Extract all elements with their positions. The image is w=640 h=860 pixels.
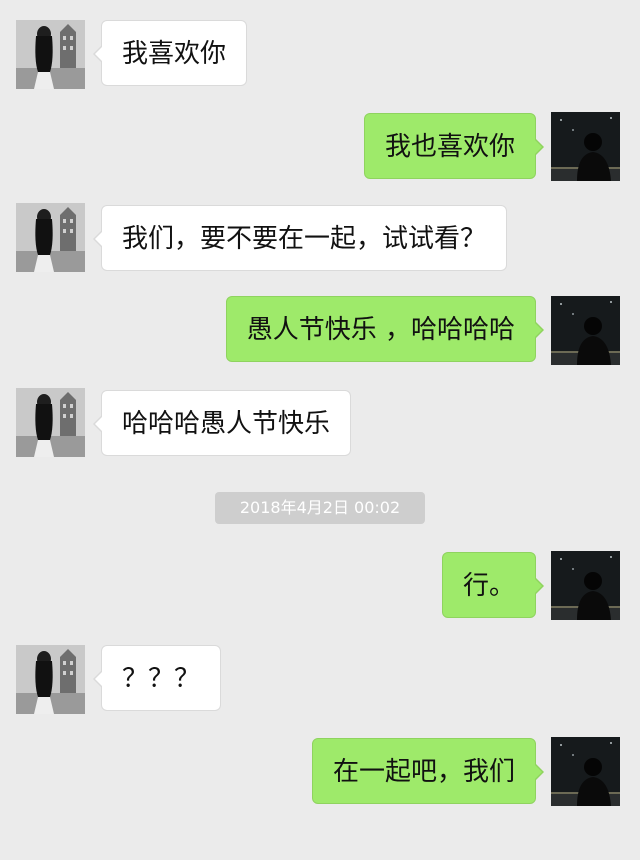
girl-avatar-icon[interactable] bbox=[16, 645, 85, 714]
message-bubble-outgoing[interactable]: 在一起吧，我们 bbox=[311, 738, 545, 804]
night-avatar-icon[interactable] bbox=[551, 737, 620, 806]
message-text: 在一起吧，我们 bbox=[332, 757, 515, 787]
message-text: ？？？ bbox=[122, 664, 201, 694]
message-text: 我喜欢你 bbox=[122, 39, 227, 69]
message-bubble-incoming[interactable]: 我们，要不要在一起，试试看？ bbox=[92, 205, 508, 271]
girl-avatar-icon[interactable] bbox=[16, 203, 85, 272]
night-avatar-icon[interactable] bbox=[551, 551, 620, 620]
message-bubble-outgoing[interactable]: 愚人节快乐 ，哈哈哈哈 bbox=[225, 296, 545, 362]
message-text: 行。 bbox=[462, 571, 515, 601]
message-text: 我也喜欢你 bbox=[384, 132, 515, 162]
message-bubble-incoming[interactable]: 我喜欢你 bbox=[92, 20, 248, 86]
message-bubble-outgoing[interactable]: 行。 bbox=[441, 552, 545, 618]
night-avatar-icon[interactable] bbox=[551, 112, 620, 181]
message-text: 我们，要不要在一起，试试看？ bbox=[122, 224, 487, 254]
timestamp-chip: 2018年4月2日 00:02 bbox=[215, 492, 425, 524]
night-avatar-icon[interactable] bbox=[551, 296, 620, 365]
girl-avatar-icon[interactable] bbox=[16, 20, 85, 89]
message-bubble-incoming[interactable]: ？？？ bbox=[92, 645, 222, 711]
message-text: 愚人节快乐 ，哈哈哈哈 bbox=[246, 315, 515, 345]
message-bubble-incoming[interactable]: 哈哈哈愚人节快乐 bbox=[92, 390, 352, 456]
timestamp-text: 2018年4月2日 00:02 bbox=[239, 498, 401, 517]
message-text: 哈哈哈愚人节快乐 bbox=[122, 409, 331, 439]
message-bubble-outgoing[interactable]: 我也喜欢你 bbox=[363, 113, 545, 179]
girl-avatar-icon[interactable] bbox=[16, 388, 85, 457]
